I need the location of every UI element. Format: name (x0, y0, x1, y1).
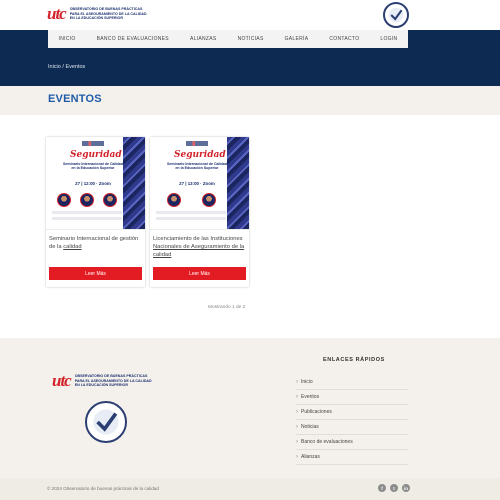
event-card-text: Licenciamiento de las Instituciones Naci… (153, 235, 247, 259)
copyright-text: © 2024 Observatorio de buenas prácticas … (47, 486, 159, 491)
nav-item-alianzas[interactable]: ALIANZAS (190, 36, 217, 42)
event-card-text: Seminario Internacional de gestión de la… (49, 235, 143, 251)
speaker-avatar (166, 193, 181, 207)
poster-script: Seguridad (174, 150, 226, 160)
instagram-icon[interactable]: in (402, 484, 410, 492)
poster-title: Seminario Internacional de Calidad en la… (167, 162, 227, 171)
poster-script: Seguridad (70, 150, 122, 160)
poster-stripe (227, 137, 249, 229)
nav-item-inicio[interactable]: INICIO (59, 36, 76, 42)
event-link[interactable]: Nacionales de Aseguramiento de la calida… (153, 244, 244, 258)
nav-item-contacto[interactable]: CONTACTO (329, 36, 359, 42)
footer-link-alianzas[interactable]: Alianzas (296, 450, 408, 465)
site-footer: utc OBSERVATORIO DE BUENAS PRÁCTICAS PAR… (0, 338, 500, 478)
poster-footer-bar (52, 211, 122, 214)
footer-logo-text: OBSERVATORIO DE BUENAS PRÁCTICAS PARA EL… (74, 374, 152, 388)
event-link[interactable]: calidad (63, 244, 81, 250)
hero-banner: INICIO BANCO DE EVALUACIONES ALIANZAS NO… (0, 30, 500, 86)
nav-item-login[interactable]: LOGIN (380, 36, 397, 42)
footer-link-inicio[interactable]: Inicio (296, 375, 408, 390)
footer-link-noticias[interactable]: Noticias (296, 420, 408, 435)
footer-link-eventos[interactable]: Eventos (296, 390, 408, 405)
checkmark-seal-icon (383, 2, 409, 28)
footer-logo-mark: utc (52, 371, 72, 390)
poster-date: 27 | 12:00 · Zoom (75, 181, 111, 186)
facebook-icon[interactable]: f (378, 484, 386, 492)
quick-links-list: Inicio Eventos Publicaciones Noticias Ba… (296, 375, 408, 465)
footer-seal-icon (85, 401, 127, 443)
social-links: f t in (378, 484, 410, 492)
breadcrumb-home[interactable]: Inicio (48, 64, 61, 70)
breadcrumb: Inicio / Eventos (48, 64, 85, 70)
speaker-avatar (79, 193, 94, 207)
read-more-button[interactable]: Leer Más (49, 267, 142, 280)
footer-logo[interactable]: utc OBSERVATORIO DE BUENAS PRÁCTICAS PAR… (52, 371, 157, 391)
read-more-button[interactable]: Leer Más (153, 267, 246, 280)
site-logo[interactable]: utc OBSERVATORIO DE BUENAS PRÁCTICAS PAR… (47, 4, 152, 24)
event-card: Seguridad Seminario Internacional de Cal… (46, 137, 145, 287)
pagination-info: Mostrando 1 de 2 (208, 305, 246, 310)
poster-stripe (123, 137, 145, 229)
nav-item-noticias[interactable]: NOTICIAS (238, 36, 264, 42)
footer-link-banco-evaluaciones[interactable]: Banco de evaluaciones (296, 435, 408, 450)
poster-speakers (156, 193, 226, 207)
twitter-icon[interactable]: t (390, 484, 398, 492)
poster-logo (82, 141, 104, 146)
logo-text: OBSERVATORIO DE BUENAS PRÁCTICAS PARA EL… (69, 7, 147, 21)
event-cards: Seguridad Seminario Internacional de Cal… (46, 137, 249, 287)
poster-title: Seminario Internacional de Calidad en la… (63, 162, 123, 171)
page-title-bar: EVENTOS (0, 86, 500, 115)
poster-logo (186, 141, 208, 146)
footer-link-publicaciones[interactable]: Publicaciones (296, 405, 408, 420)
poster-footer-bar (156, 217, 226, 220)
page-title: EVENTOS (48, 93, 102, 105)
speaker-avatar (56, 193, 71, 207)
bottom-bar: © 2024 Observatorio de buenas prácticas … (0, 478, 500, 500)
nav-item-banco-evaluaciones[interactable]: BANCO DE EVALUACIONES (97, 36, 169, 42)
speaker-avatar (201, 193, 216, 207)
quick-links-heading: ENLACES RÁPIDOS (323, 357, 385, 363)
event-poster-image[interactable]: Seguridad Seminario Internacional de Cal… (46, 137, 145, 230)
event-poster-image[interactable]: Seguridad Seminario Internacional de Cal… (150, 137, 249, 230)
poster-footer-bar (156, 211, 226, 214)
poster-speakers (52, 193, 122, 207)
poster-date: 27 | 13:00 · Zoom (179, 181, 215, 186)
event-card: Seguridad Seminario Internacional de Cal… (150, 137, 249, 287)
nav-item-galeria[interactable]: GALERÍA (285, 36, 309, 42)
speaker-avatar (103, 193, 118, 207)
main-nav: INICIO BANCO DE EVALUACIONES ALIANZAS NO… (48, 30, 408, 48)
breadcrumb-current: Eventos (65, 64, 86, 70)
breadcrumb-separator: / (62, 64, 64, 70)
top-header: utc OBSERVATORIO DE BUENAS PRÁCTICAS PAR… (0, 0, 500, 30)
event-description: Licenciamiento de las Instituciones (153, 236, 243, 242)
poster-footer-bar (52, 217, 122, 220)
logo-mark: utc (47, 4, 67, 23)
